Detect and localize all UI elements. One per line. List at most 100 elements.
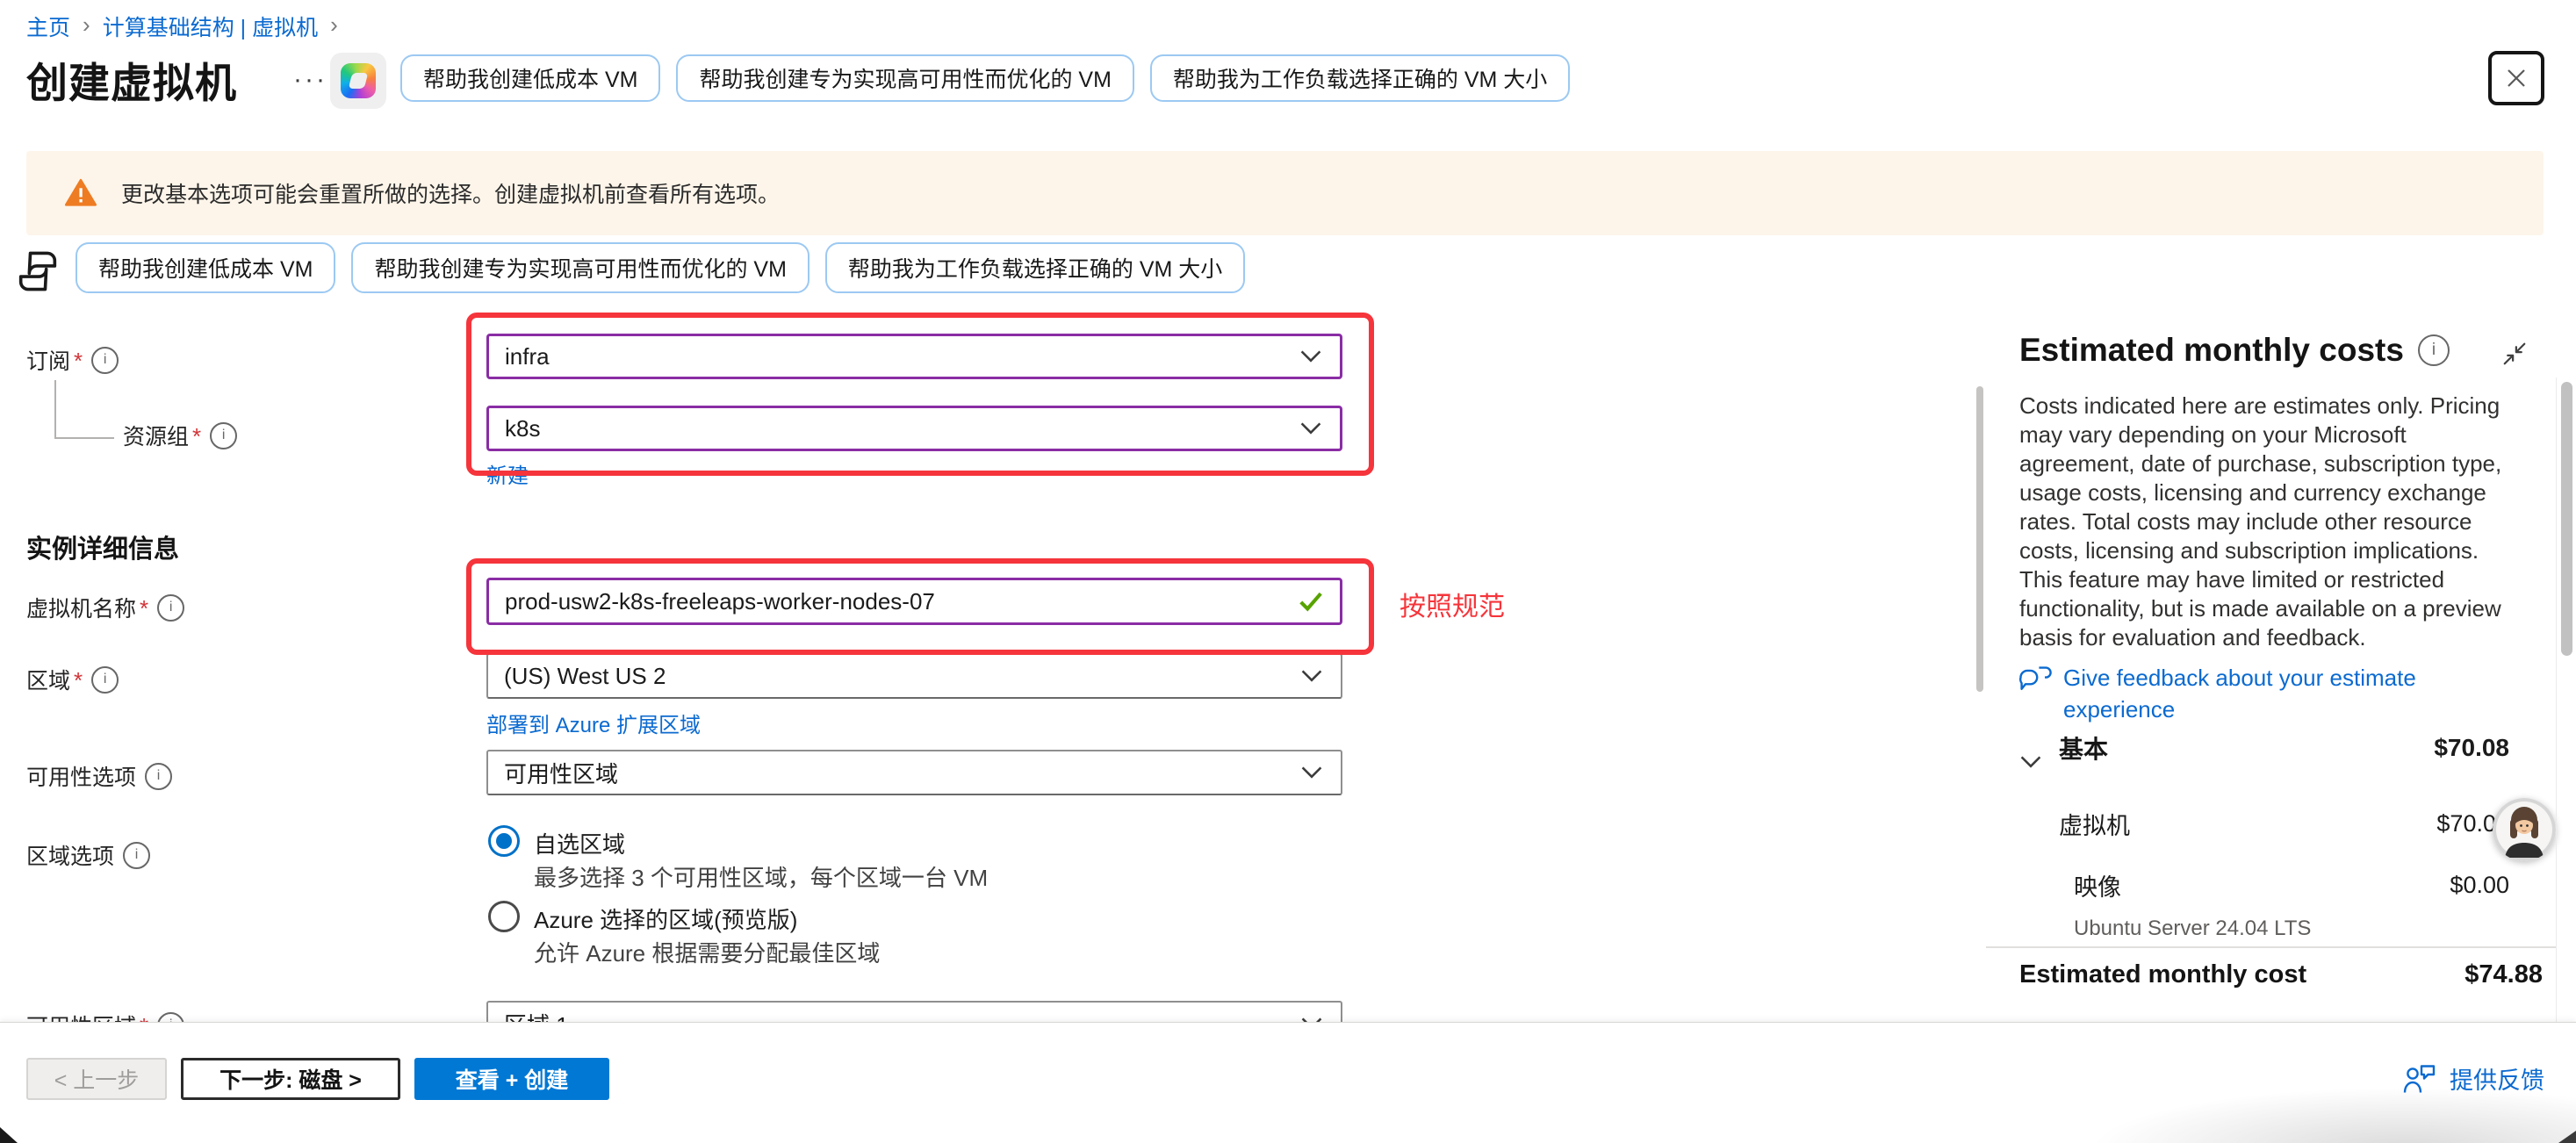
azure-selected-zone-radio[interactable]: [488, 901, 520, 932]
expand-chevron-icon[interactable]: [2019, 755, 2042, 769]
create-vm-blade: 主页 › 计算基础结构 | 虚拟机 › 创建虚拟机 ··· 帮助我创建低成本 V…: [0, 0, 2576, 1143]
corner-artifact: [2558, 1131, 2576, 1143]
vm-name-label-text: 虚拟机名称: [26, 592, 148, 623]
assistant-avatar[interactable]: [2493, 798, 2556, 861]
availability-zone-value: 区域 1: [504, 1008, 569, 1023]
chevron-down-icon: [1299, 421, 1322, 435]
warning-icon: [63, 176, 98, 210]
estimate-feedback-text: Give feedback about your estimate experi…: [2063, 662, 2476, 725]
subscription-dropdown[interactable]: infra: [486, 334, 1342, 379]
vm-name-input[interactable]: prod-usw2-k8s-freeleaps-worker-nodes-07: [486, 578, 1342, 625]
cost-row-sublabel: Ubuntu Server 24.04 LTS: [2074, 917, 2311, 941]
warning-banner: 更改基本选项可能会重置所做的选择。创建虚拟机前查看所有选项。: [26, 151, 2544, 235]
suggestion-high-availability-vm-button[interactable]: 帮助我创建专为实现高可用性而优化的 VM: [351, 242, 809, 293]
valid-check-icon: [1298, 590, 1324, 613]
region-label-text: 区域: [26, 664, 83, 695]
availability-options-dropdown[interactable]: 可用性区域: [486, 750, 1342, 795]
region-label: 区域 i: [26, 664, 119, 695]
vm-name-label: 虚拟机名称 i: [26, 592, 184, 623]
self-selected-zone-radio[interactable]: [488, 825, 520, 857]
annotation-note: 按照规范: [1400, 585, 1505, 623]
info-icon[interactable]: i: [123, 842, 150, 869]
edge-zone-link[interactable]: 部署到 Azure 扩展区域: [486, 708, 701, 738]
breadcrumb-chevron-icon: ›: [330, 11, 338, 39]
cost-row-label: 映像: [2074, 868, 2121, 902]
azure-selected-zone-option-label[interactable]: Azure 选择的区域(预览版): [534, 902, 797, 935]
availability-zone-dropdown[interactable]: 区域 1: [486, 1001, 1342, 1022]
info-icon[interactable]: i: [157, 1012, 184, 1023]
estimate-feedback-link[interactable]: Give feedback about your estimate experi…: [2016, 662, 2476, 725]
self-selected-zone-option-desc: 最多选择 3 个可用性区域，每个区域一台 VM: [534, 860, 988, 893]
cost-row-label[interactable]: 基本: [2059, 730, 2108, 766]
copilot-logo-icon: [341, 63, 376, 98]
feedback-bubbles-icon: [2016, 662, 2054, 701]
cost-row-label: 虚拟机: [2059, 807, 2130, 841]
availability-options-value: 可用性区域: [504, 757, 618, 789]
availability-zone-label: 可用性区域 i: [26, 1010, 184, 1022]
collapse-panel-icon[interactable]: [2501, 341, 2528, 367]
region-dropdown[interactable]: (US) West US 2: [486, 653, 1342, 699]
suggestion-low-cost-vm-button[interactable]: 帮助我创建低成本 VM: [76, 242, 335, 293]
close-button[interactable]: [2488, 51, 2544, 105]
copilot-suggestions-header: 帮助我创建低成本 VM 帮助我创建专为实现高可用性而优化的 VM 帮助我为工作负…: [400, 54, 1570, 102]
azure-selected-zone-option-desc: 允许 Azure 根据需要分配最佳区域: [534, 936, 880, 968]
availability-options-label-text: 可用性选项: [26, 760, 136, 792]
tree-connector: [54, 437, 114, 439]
bottom-shadow: [2090, 1087, 2576, 1143]
vm-name-value: prod-usw2-k8s-freeleaps-worker-nodes-07: [505, 588, 935, 615]
info-icon[interactable]: i: [91, 347, 119, 374]
self-selected-zone-option-label[interactable]: 自选区域: [534, 827, 625, 859]
copilot-suggestions-inline: 帮助我创建低成本 VM 帮助我创建专为实现高可用性而优化的 VM 帮助我为工作负…: [76, 242, 1245, 293]
instance-details-section-title: 实例详细信息: [26, 528, 179, 565]
previous-button[interactable]: < 上一步: [26, 1058, 167, 1100]
subscription-value: infra: [505, 343, 550, 370]
scrollbar-track: [2556, 377, 2557, 1022]
breadcrumb-home[interactable]: 主页: [26, 11, 70, 42]
resource-group-dropdown[interactable]: k8s: [486, 406, 1342, 451]
info-icon[interactable]: i: [2418, 334, 2450, 366]
costs-disclaimer-text: Costs indicated here are estimates only.…: [2019, 392, 2511, 652]
cost-row-value: $70.08: [2434, 734, 2509, 762]
zone-options-label: 区域选项 i: [26, 839, 150, 871]
subscription-label: 订阅 i: [26, 344, 119, 376]
region-value: (US) West US 2: [504, 663, 666, 690]
breadcrumb-chevron-icon: ›: [83, 11, 90, 39]
suggestion-right-size-vm-button[interactable]: 帮助我为工作负载选择正确的 VM 大小: [825, 242, 1245, 293]
suggestion-low-cost-vm-button[interactable]: 帮助我创建低成本 VM: [400, 54, 660, 102]
chevron-down-icon: [1300, 669, 1323, 683]
copilot-outline-icon[interactable]: [12, 246, 63, 297]
suggestion-right-size-vm-button[interactable]: 帮助我为工作负载选择正确的 VM 大小: [1150, 54, 1570, 102]
total-cost-value: $74.88: [2464, 960, 2543, 989]
create-new-link[interactable]: 新建: [486, 458, 529, 489]
page-scrollbar[interactable]: [2561, 382, 2572, 656]
copilot-button[interactable]: [330, 53, 386, 109]
breadcrumb-section[interactable]: 计算基础结构 | 虚拟机: [103, 11, 318, 42]
info-icon[interactable]: i: [145, 763, 172, 790]
resource-group-label-text: 资源组: [123, 420, 201, 451]
review-create-button[interactable]: 查看 + 创建: [414, 1058, 609, 1100]
divider: [1986, 946, 2556, 948]
corner-artifact: [0, 1127, 18, 1143]
next-disks-button[interactable]: 下一步: 磁盘 >: [181, 1058, 400, 1100]
resource-group-label: 资源组 i: [123, 420, 237, 451]
close-icon: [2503, 65, 2529, 91]
availability-options-label: 可用性选项 i: [26, 760, 172, 792]
more-options-ellipsis-icon[interactable]: ···: [293, 65, 327, 95]
tree-connector: [54, 380, 56, 437]
info-icon[interactable]: i: [91, 666, 119, 694]
chevron-down-icon: [1299, 349, 1322, 363]
costs-panel-title: Estimated monthly costs: [2019, 332, 2404, 369]
subscription-label-text: 订阅: [26, 344, 83, 376]
basics-form: 订阅 i infra 资源组 i k8s 新建 实例详细信息 虚拟机名称 i p: [0, 307, 1986, 1022]
total-cost-label: Estimated monthly cost: [2019, 960, 2306, 989]
availability-zone-label-text: 可用性区域: [26, 1010, 148, 1022]
cost-row-value: $0.00: [2450, 872, 2509, 899]
suggestion-high-availability-vm-button[interactable]: 帮助我创建专为实现高可用性而优化的 VM: [676, 54, 1133, 102]
form-scrollbar[interactable]: [1976, 386, 1983, 692]
estimated-costs-panel: Estimated monthly costs i Costs indicate…: [1986, 307, 2556, 1022]
chevron-down-icon: [1300, 766, 1323, 780]
info-icon[interactable]: i: [210, 422, 237, 449]
breadcrumb: 主页 › 计算基础结构 | 虚拟机 ›: [26, 11, 338, 42]
info-icon[interactable]: i: [157, 594, 184, 622]
page-title: 创建虚拟机: [26, 49, 237, 110]
